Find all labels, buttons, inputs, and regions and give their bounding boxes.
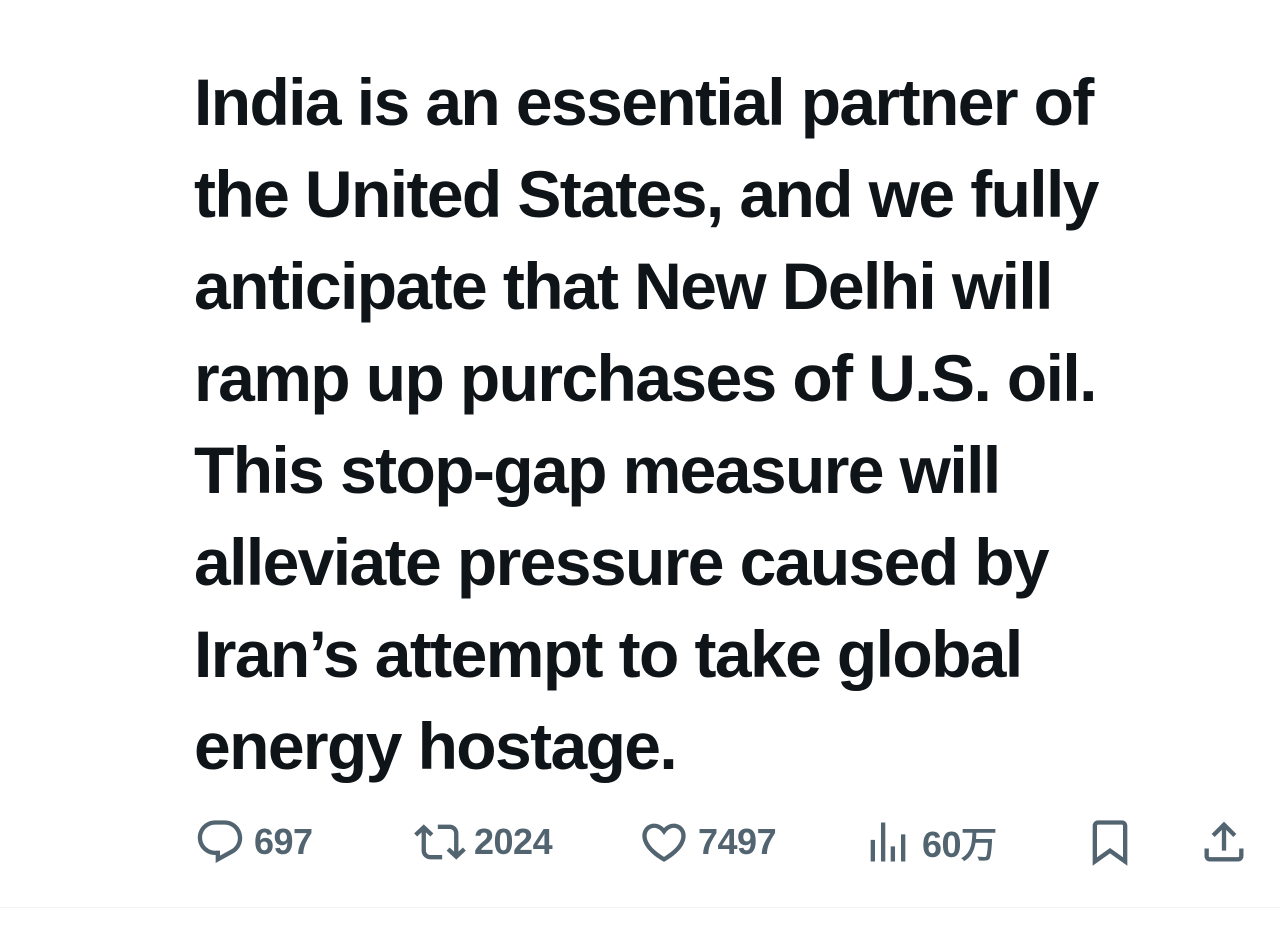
tweet-text-line: India is an essential partner of — [194, 65, 1094, 139]
share-upload-icon — [1204, 821, 1244, 862]
reply-button[interactable]: 697 — [194, 812, 313, 872]
tweet-text: India is an essential partner of the Uni… — [194, 56, 1254, 792]
retweet-icon — [414, 824, 466, 860]
tweet-text-line: energy hostage. — [194, 709, 678, 783]
retweet-count: 2024 — [474, 821, 553, 862]
reply-count: 697 — [254, 821, 313, 862]
views-count: 60万 — [922, 824, 997, 865]
heart-icon — [642, 823, 686, 862]
tweet-text-line: the United States, and we fully — [194, 157, 1099, 231]
tweet-text-line: ramp up purchases of U.S. oil. — [194, 341, 1097, 415]
like-count: 7497 — [698, 821, 777, 862]
bottom-divider — [0, 907, 1280, 908]
tweet-text-line: anticipate that New Delhi will — [194, 249, 1053, 323]
reply-bubble-icon — [197, 820, 243, 864]
tweet-text-line: This stop-gap measure will — [194, 433, 1001, 507]
tweet-text-line: Iran’s attempt to take global — [194, 617, 1023, 691]
bookmark-icon — [1092, 820, 1128, 866]
share-button[interactable] — [1198, 812, 1250, 872]
retweet-button[interactable]: 2024 — [414, 812, 553, 872]
like-button[interactable]: 7497 — [638, 812, 777, 872]
tweet-action-bar: 697 2024 7497 60万 — [194, 812, 1250, 872]
views-button[interactable]: 60万 — [862, 812, 997, 872]
tweet-text-line: alleviate pressure caused by — [194, 525, 1050, 599]
views-chart-icon — [870, 822, 906, 862]
tweet-container: India is an essential partner of the Uni… — [0, 0, 1280, 936]
bookmark-button[interactable] — [1084, 812, 1136, 872]
